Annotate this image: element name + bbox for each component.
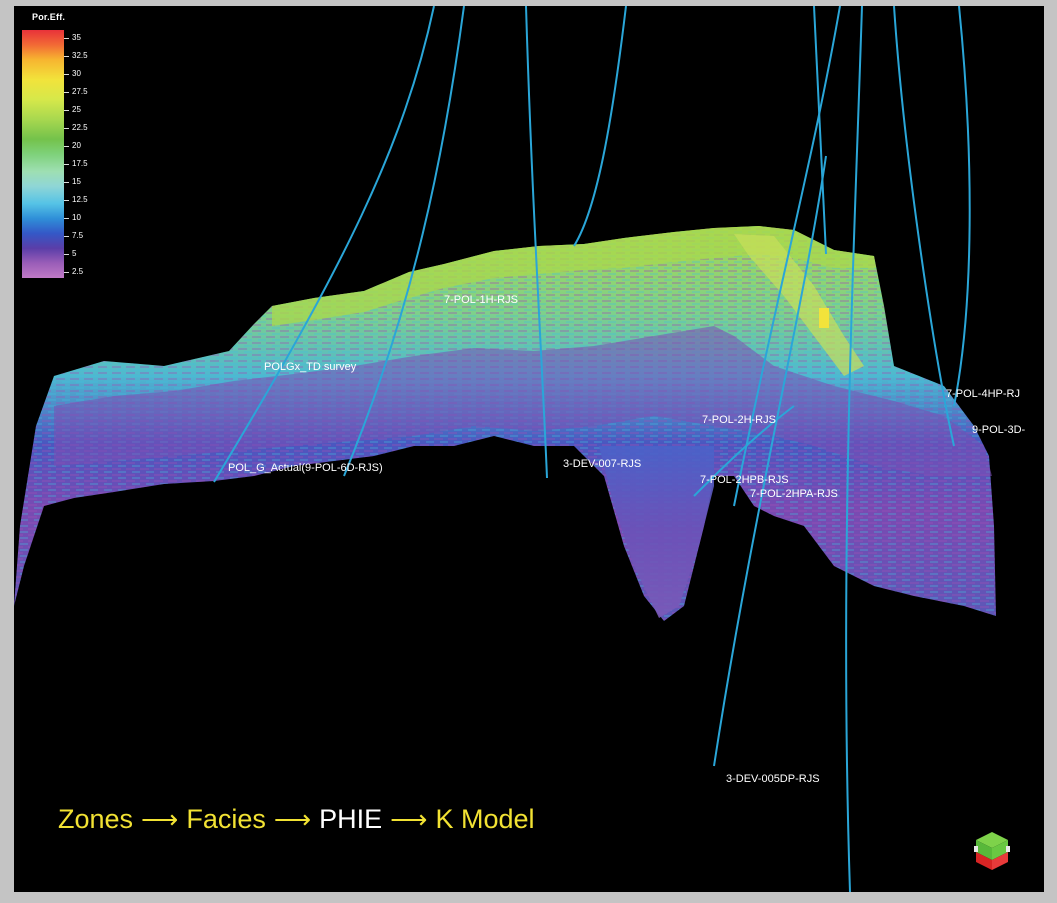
well-label[interactable]: 3-DEV-007-RJS [563,458,641,470]
legend-color-bar [22,30,64,278]
legend-tick [64,128,69,129]
workflow-step-phie: PHIE [319,804,383,834]
reservoir-model-scene [14,6,996,892]
legend-tick [64,110,69,111]
legend-tick-label: 17.5 [72,159,88,168]
legend-tick [64,272,69,273]
legend-tick [64,56,69,57]
well-label[interactable]: 7-POL-4HP-RJ [946,388,1020,400]
legend-tick [64,92,69,93]
legend-tick [64,218,69,219]
well-label[interactable]: 7-POL-2HPB-RJS [700,474,789,486]
well-label[interactable]: POLGx_TD survey [264,361,356,373]
workflow-step-k-model: K Model [435,804,535,834]
legend-tick-label: 25 [72,105,81,114]
legend-tick-label: 35 [72,33,81,42]
arrow-right-icon: ⟶ [390,804,428,834]
legend-tick [64,38,69,39]
well-label[interactable]: 7-POL-1H-RJS [444,294,518,306]
arrow-right-icon: ⟶ [273,804,312,834]
legend-tick-label: 12.5 [72,195,88,204]
well-label[interactable]: 7-POL-2H-RJS [702,414,776,426]
legend-tick-label: 30 [72,69,81,78]
legend-tick [64,254,69,255]
legend-tick-label: 32.5 [72,51,88,60]
well-label[interactable]: POL_G_Actual(9-POL-6D-RJS) [228,462,383,474]
legend-tick-label: 15 [72,177,81,186]
legend-tick [64,200,69,201]
well-path-10 [953,6,971,407]
legend-tick [64,164,69,165]
legend-tick-label: 2.5 [72,267,84,276]
legend-tick-label: 20 [72,141,81,150]
3d-viewport[interactable]: Por.Eff. 35 32.5 30 27.5 25 22.5 20 17.5… [14,6,1044,892]
orientation-cube-icon[interactable] [970,826,1014,878]
workflow-step-facies: Facies [186,804,266,834]
well-label[interactable]: 7-POL-2HPA-RJS [750,488,838,500]
legend-tick-label: 7.5 [72,231,84,240]
well-label[interactable]: 9-POL-3D- [972,424,1025,436]
high-porosity-spot [819,308,829,328]
legend-tick [64,74,69,75]
legend-tick [64,146,69,147]
well-path-4 [573,6,627,247]
arrow-right-icon: ⟶ [141,804,179,834]
legend-tick [64,236,69,237]
legend-tick-label: 27.5 [72,87,88,96]
legend-tick-label: 5 [72,249,77,258]
legend-title: Por.Eff. [32,12,66,22]
legend-tick-label: 22.5 [72,123,88,132]
porosity-legend: Por.Eff. 35 32.5 30 27.5 25 22.5 20 17.5… [20,10,110,290]
deep-lobe [599,446,714,618]
viewer-frame: Por.Eff. 35 32.5 30 27.5 25 22.5 20 17.5… [0,0,1057,903]
workflow-step-zones: Zones [58,804,134,834]
well-label[interactable]: 3-DEV-005DP-RJS [726,773,820,785]
legend-tick-label: 10 [72,213,81,222]
legend-tick [64,182,69,183]
workflow-caption: Zones ⟶ Facies ⟶ PHIE ⟶ K Model [58,804,535,835]
